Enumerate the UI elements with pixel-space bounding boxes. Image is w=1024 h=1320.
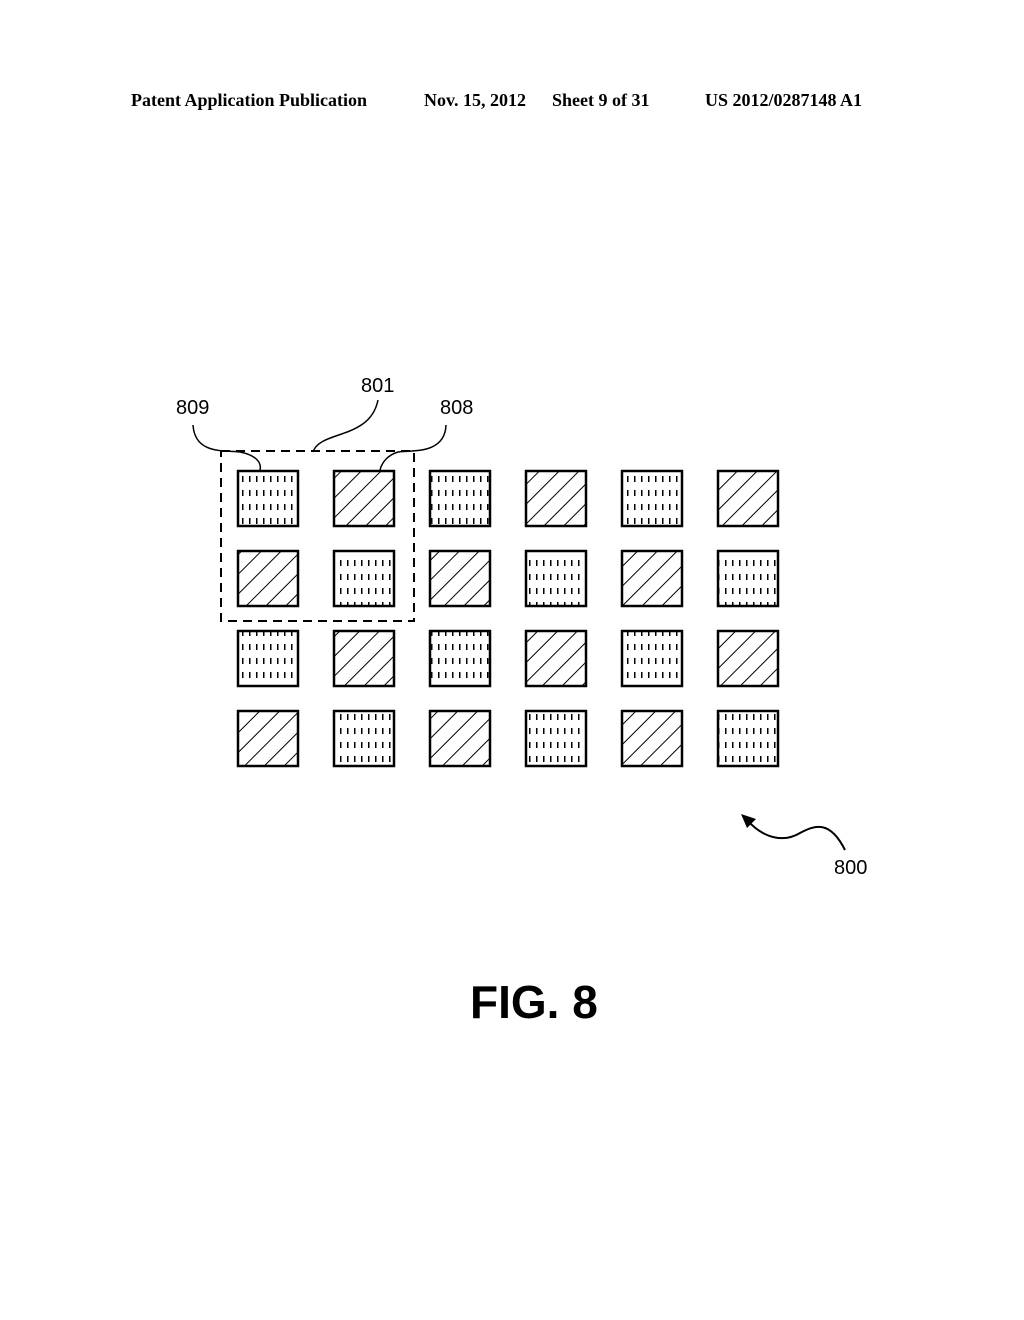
dotted-element — [428, 629, 492, 688]
hatched-element — [524, 629, 588, 688]
dotted-element — [236, 629, 300, 688]
hatched-element — [428, 709, 492, 768]
hatched-element — [716, 629, 780, 688]
dotted-element — [428, 469, 492, 528]
dotted-element — [524, 709, 588, 768]
figure-drawing: 809 801 808 800 — [176, 375, 867, 879]
leader-808 — [379, 424, 447, 471]
leader-809 — [192, 424, 262, 471]
hatched-element — [620, 709, 684, 768]
dotted-element — [716, 549, 780, 608]
label-809: 809 — [176, 397, 209, 419]
hatched-element — [524, 469, 588, 528]
dotted-element — [620, 469, 684, 528]
hatched-element — [332, 469, 396, 528]
hatched-element — [428, 549, 492, 608]
dotted-element — [332, 549, 396, 608]
hatched-element — [716, 469, 780, 528]
element-array — [236, 469, 780, 768]
dotted-element — [524, 549, 588, 608]
figure-caption: FIG. 8 — [470, 976, 598, 1028]
dotted-element — [716, 709, 780, 768]
dotted-element — [236, 469, 300, 528]
leader-801 — [312, 399, 379, 453]
hatched-element — [236, 709, 300, 768]
hatched-element — [236, 549, 300, 608]
arrow-800 — [746, 819, 846, 851]
dotted-element — [332, 709, 396, 768]
hatched-element — [620, 549, 684, 608]
hatched-element — [332, 629, 396, 688]
label-808: 808 — [440, 397, 473, 419]
label-800: 800 — [834, 857, 867, 879]
dotted-element — [620, 629, 684, 688]
label-801: 801 — [361, 375, 394, 397]
